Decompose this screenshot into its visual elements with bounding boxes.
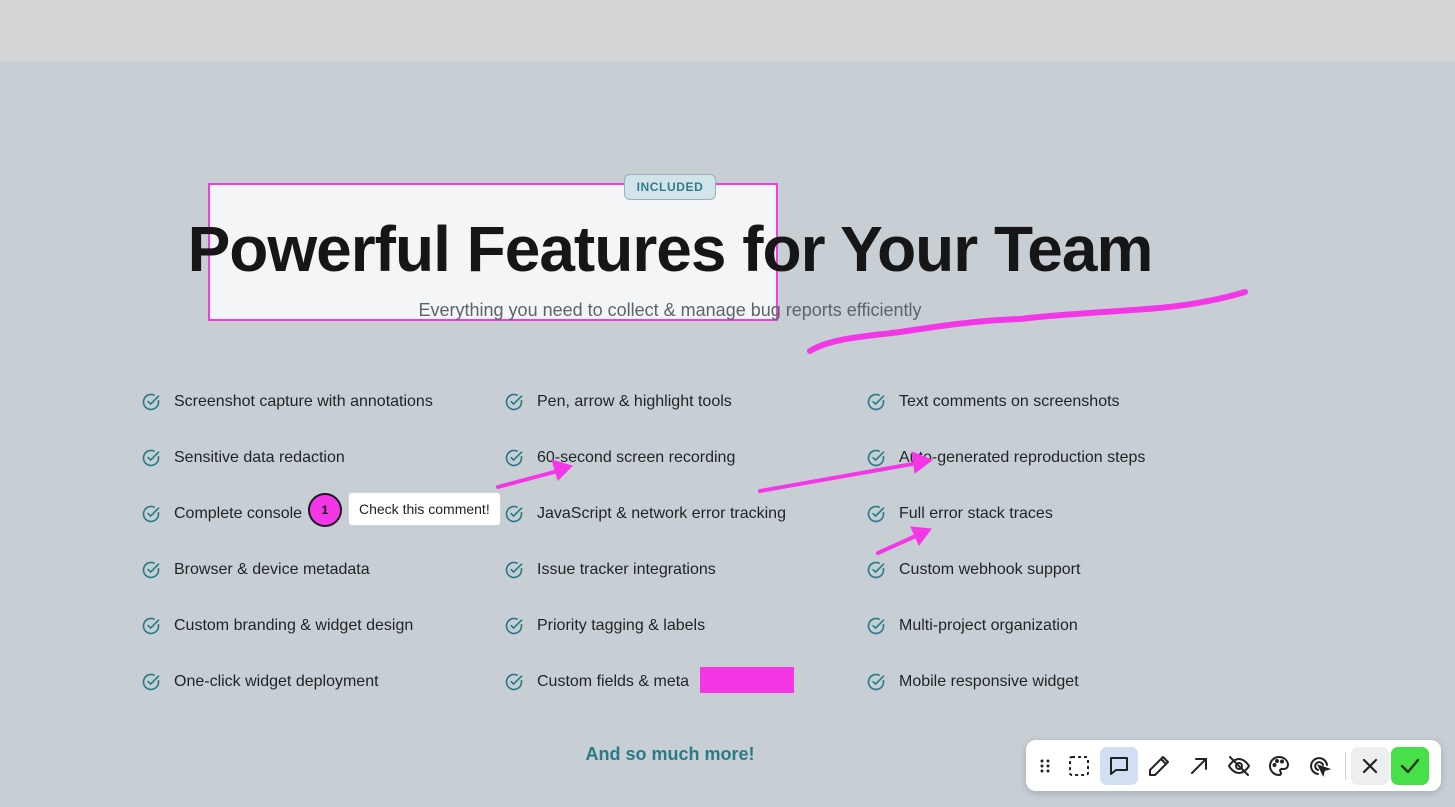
feature-label: Full error stack traces [899, 505, 1053, 522]
feature-item: 60-second screen recording [504, 446, 735, 470]
comment-bubble[interactable]: Check this comment! [348, 492, 501, 526]
feature-label: Pen, arrow & highlight tools [537, 393, 732, 410]
feature-label: Priority tagging & labels [537, 617, 706, 634]
check-circle-icon [142, 561, 160, 579]
check-circle-icon [505, 673, 523, 691]
hide-tool-button[interactable] [1220, 747, 1258, 785]
comment-tool-button[interactable] [1100, 746, 1138, 785]
feature-item: Custom webhook support [866, 558, 1080, 582]
feature-label: 60-second screen recording [537, 449, 736, 466]
close-icon [1362, 758, 1378, 773]
feature-label: Mobile responsive widget [899, 673, 1079, 690]
feature-label: One-click widget deployment [174, 673, 379, 690]
check-circle-icon [505, 449, 523, 467]
feature-label: Browser & device metadata [174, 561, 370, 578]
pen-tool-button[interactable] [1140, 747, 1178, 785]
toolbar-divider [1345, 751, 1346, 780]
check-circle-icon [142, 393, 160, 411]
annotation-toolbar [1026, 740, 1441, 791]
feature-item: Screenshot capture with annotations [141, 390, 433, 414]
check-circle-icon [505, 561, 523, 579]
check-circle-icon [142, 617, 160, 635]
check-circle-icon [142, 673, 160, 691]
arrow-icon [1191, 757, 1207, 774]
check-circle-icon [867, 393, 885, 411]
feature-item: Full error stack traces [866, 502, 1053, 526]
comment-marker[interactable]: 1 [308, 493, 342, 527]
feature-label: Custom webhook support [899, 561, 1081, 578]
cursor-click-icon [1310, 756, 1331, 777]
feature-label: Screenshot capture with annotations [174, 393, 433, 410]
feature-label: Sensitive data redaction [174, 449, 345, 466]
feature-item: Multi-project organization [866, 614, 1078, 638]
check-circle-icon [867, 449, 885, 467]
check-circle-icon [142, 505, 160, 523]
feature-item: JavaScript & network error tracking [504, 502, 786, 526]
drag-handle[interactable] [1032, 747, 1058, 785]
hide-icon [1227, 755, 1251, 776]
feature-item: Mobile responsive widget [866, 670, 1079, 694]
feature-item: Browser & device metadata [141, 558, 370, 582]
color-tool-button[interactable] [1260, 747, 1298, 785]
check-circle-icon [867, 561, 885, 579]
palette-icon [1269, 755, 1290, 776]
redaction-block[interactable] [700, 667, 794, 693]
feature-item: Auto-generated reproduction steps [866, 446, 1145, 470]
check-circle-icon [867, 505, 885, 523]
feature-item: Complete console [141, 502, 302, 526]
confirm-button[interactable] [1391, 746, 1429, 785]
select-region-button[interactable] [1060, 747, 1098, 785]
feature-item: One-click widget deployment [141, 670, 379, 694]
feature-label: Issue tracker integrations [537, 561, 716, 578]
feature-label: Text comments on screenshots [899, 393, 1120, 410]
pen-icon [1149, 755, 1169, 776]
feature-item: Sensitive data redaction [141, 446, 345, 470]
feature-item: Pen, arrow & highlight tools [504, 390, 732, 414]
arrow-tool-button[interactable] [1180, 747, 1218, 785]
confirm-check-icon [1400, 758, 1420, 773]
click-tool-button[interactable] [1300, 747, 1338, 785]
comment-icon [1110, 756, 1128, 775]
check-circle-icon [505, 505, 523, 523]
feature-label: Custom fields & meta [537, 673, 690, 690]
close-button[interactable] [1351, 746, 1389, 785]
check-circle-icon [867, 673, 885, 691]
feature-item: Custom branding & widget design [141, 614, 413, 638]
feature-label: Multi-project organization [899, 617, 1078, 634]
feature-item: Issue tracker integrations [504, 558, 716, 582]
feature-item: Custom fields & meta [504, 670, 689, 694]
feature-label: Custom branding & widget design [174, 617, 414, 634]
check-circle-icon [142, 449, 160, 467]
select-region-icon [1069, 755, 1089, 776]
feature-label: Auto-generated reproduction steps [899, 449, 1146, 466]
feature-item: Priority tagging & labels [504, 614, 705, 638]
check-circle-icon [867, 617, 885, 635]
feature-item: Text comments on screenshots [866, 390, 1120, 414]
feature-label: JavaScript & network error tracking [537, 505, 786, 522]
check-circle-icon [505, 393, 523, 411]
drag-handle-icon [1040, 759, 1050, 772]
feature-label: Complete console [174, 505, 303, 522]
check-circle-icon [505, 617, 523, 635]
